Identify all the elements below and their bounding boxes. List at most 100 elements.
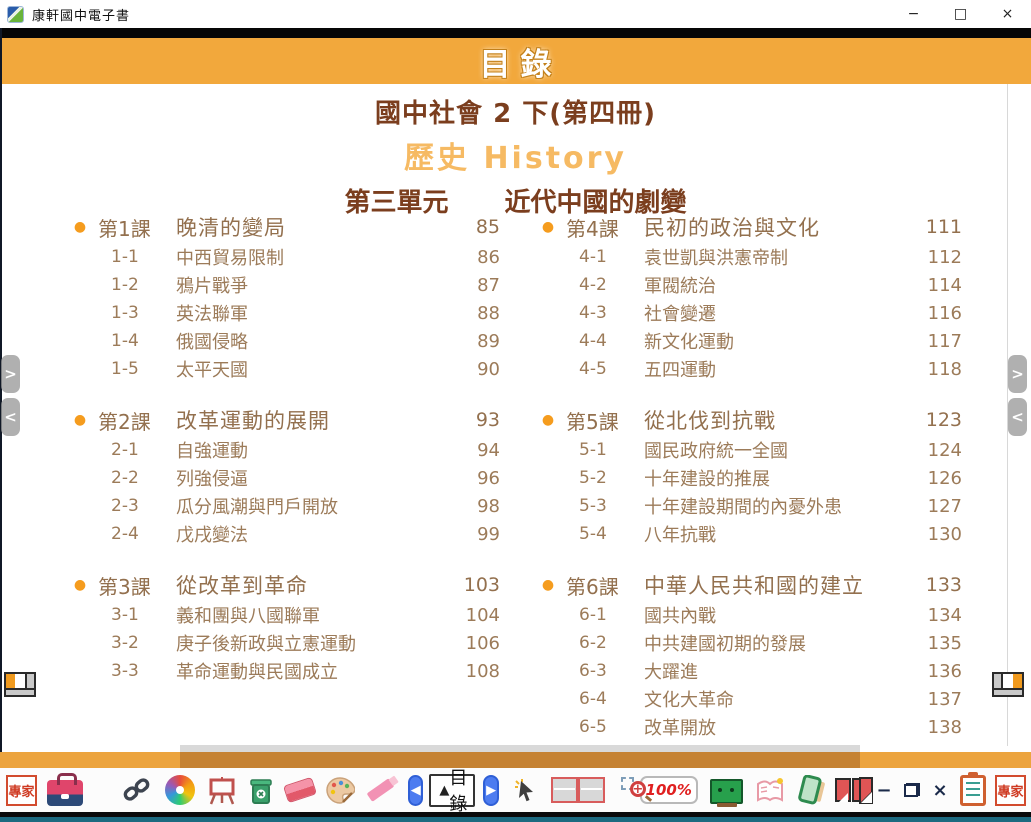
- toc-sub-row[interactable]: 4-5五四運動118: [530, 355, 962, 383]
- section-page-number: 127: [906, 496, 962, 517]
- toc-sub-row[interactable]: 2-1自強運動94: [62, 436, 500, 464]
- expert-mode-button-right[interactable]: 專家: [995, 775, 1026, 806]
- expert-mode-button-left[interactable]: 專家: [6, 775, 37, 806]
- close-button[interactable]: ×: [984, 0, 1031, 28]
- eraser-icon[interactable]: [283, 777, 317, 803]
- lesson-page-number: 111: [906, 216, 962, 238]
- toolbar-close-button[interactable]: ×: [929, 780, 951, 801]
- section-number: 1-5: [98, 359, 176, 379]
- corner-page-flip-right-icon[interactable]: [992, 672, 1024, 697]
- trash-icon[interactable]: [249, 776, 273, 805]
- section-number: 5-4: [566, 524, 644, 544]
- toc-sub-row[interactable]: 2-2列強侵逼96: [62, 464, 500, 492]
- toc-sub-row[interactable]: 5-4八年抗戰130: [530, 520, 962, 548]
- page-title: 目錄: [470, 39, 562, 84]
- maximize-button[interactable]: □: [937, 0, 984, 28]
- section-title: 太平天國: [176, 356, 444, 382]
- zoom-tool-icon[interactable]: +: [621, 775, 634, 805]
- section-number: 1-3: [98, 303, 176, 323]
- bullet-icon: ●: [62, 577, 98, 593]
- page-forward-button-left[interactable]: >: [1, 355, 20, 393]
- open-book-icon[interactable]: [549, 775, 607, 806]
- toc-page: 國中社會 2 下(第四冊) 歷史 History 第三單元 近代中國的劇變 ●第…: [0, 84, 1031, 746]
- link-icon[interactable]: [123, 776, 151, 804]
- toc-column-right: ●第4課民初的政治與文化1114-1袁世凱與洪憲帝制1124-2軍閥統治1144…: [530, 211, 962, 762]
- toc-lesson-row[interactable]: ●第1課晚清的變局85: [62, 211, 500, 243]
- toc-lesson-row[interactable]: ●第6課中華人民共和國的建立133: [530, 569, 962, 601]
- toc-sub-row[interactable]: 1-2鴉片戰爭87: [62, 271, 500, 299]
- toc-sub-row[interactable]: 4-3社會變遷116: [530, 299, 962, 327]
- lesson-title: 民初的政治與文化: [644, 212, 906, 242]
- toc-sub-row[interactable]: 6-1國共內戰134: [530, 601, 962, 629]
- toc-sub-row[interactable]: 3-2庚子後新政與立憲運動106: [62, 629, 500, 657]
- lesson-page-number: 123: [906, 409, 962, 431]
- app-logo-icon: [7, 6, 24, 23]
- lesson-title: 從北伐到抗戰: [644, 405, 906, 435]
- color-wheel-icon[interactable]: [165, 775, 195, 805]
- toc-section: ●第5課從北伐到抗戰1235-1國民政府統一全國1245-2十年建設的推展126…: [530, 404, 962, 548]
- toc-sub-row[interactable]: 6-4文化大革命137: [530, 685, 962, 713]
- current-page-label: 目錄: [449, 764, 473, 816]
- section-title: 革命運動與民國成立: [176, 658, 444, 684]
- easel-icon[interactable]: [207, 776, 237, 805]
- clipboard-list-icon[interactable]: [960, 775, 986, 806]
- section-title: 英法聯軍: [176, 300, 444, 326]
- section-title: 改革開放: [644, 714, 906, 740]
- page-selector[interactable]: ▲ 目錄: [429, 774, 475, 807]
- section-page-number: 88: [444, 303, 500, 324]
- notebook-icon[interactable]: [755, 777, 785, 804]
- toc-sub-row[interactable]: 3-3革命運動與民國成立108: [62, 657, 500, 685]
- section-title: 十年建設期間的內憂外患: [644, 493, 906, 519]
- toc-sub-row[interactable]: 4-2軍閥統治114: [530, 271, 962, 299]
- section-page-number: 104: [444, 605, 500, 626]
- palette-icon[interactable]: [325, 776, 355, 805]
- toc-sub-row[interactable]: 6-3大躍進136: [530, 657, 962, 685]
- highlighter-icon[interactable]: [367, 778, 395, 802]
- section-number: 4-3: [566, 303, 644, 323]
- toc-sub-row[interactable]: 4-1袁世凱與洪憲帝制112: [530, 243, 962, 271]
- tablet-hand-icon[interactable]: [795, 775, 825, 805]
- toc-lesson-row[interactable]: ●第5課從北伐到抗戰123: [530, 404, 962, 436]
- section-title: 國共內戰: [644, 602, 906, 628]
- single-page-view-icon[interactable]: [859, 777, 873, 804]
- toc-sub-row[interactable]: 2-4戊戌變法99: [62, 520, 500, 548]
- toc-sub-row[interactable]: 6-5改革開放138: [530, 713, 962, 741]
- cursor-icon[interactable]: [513, 777, 539, 803]
- toc-sub-row[interactable]: 2-3瓜分風潮與門戶開放98: [62, 492, 500, 520]
- toc-lesson-row[interactable]: ●第4課民初的政治與文化111: [530, 211, 962, 243]
- toc-lesson-row[interactable]: ●第2課改革運動的展開93: [62, 404, 500, 436]
- toc-sub-row[interactable]: 1-3英法聯軍88: [62, 299, 500, 327]
- page-forward-button-right[interactable]: >: [1008, 355, 1027, 393]
- toolbar-minimize-button[interactable]: −: [873, 780, 895, 801]
- toc-sub-row[interactable]: 5-2十年建設的推展126: [530, 464, 962, 492]
- section-title: 中西貿易限制: [176, 244, 444, 270]
- page-back-button-right[interactable]: <: [1008, 398, 1027, 436]
- toc-sub-row[interactable]: 6-2中共建國初期的發展135: [530, 629, 962, 657]
- left-edge-nav: > <: [1, 355, 20, 436]
- toolbox-icon[interactable]: [47, 780, 83, 806]
- page-back-button-left[interactable]: <: [1, 398, 20, 436]
- page-jump-arrow-icon[interactable]: ▲: [439, 783, 449, 798]
- minimize-button[interactable]: −: [890, 0, 937, 28]
- prev-page-button[interactable]: ◀: [408, 775, 423, 806]
- toc-sub-row[interactable]: 5-3十年建設期間的內憂外患127: [530, 492, 962, 520]
- toc-lesson-row[interactable]: ●第3課從改革到革命103: [62, 569, 500, 601]
- toc-sub-row[interactable]: 5-1國民政府統一全國124: [530, 436, 962, 464]
- section-page-number: 135: [906, 633, 962, 654]
- horizontal-scrollbar-track[interactable]: [180, 745, 860, 752]
- toc-sub-row[interactable]: 1-5太平天國90: [62, 355, 500, 383]
- double-page-view-icon[interactable]: [835, 777, 849, 804]
- toc-sub-row[interactable]: 4-4新文化運動117: [530, 327, 962, 355]
- ebook-app-window: 康軒國中電子書 − □ × 目錄 國中社會 2 下(第四冊) 歷史 Histor…: [0, 0, 1031, 822]
- next-page-button[interactable]: ▶: [483, 775, 498, 806]
- corner-page-flip-left-icon[interactable]: [4, 672, 36, 697]
- section-title: 瓜分風潮與門戶開放: [176, 493, 444, 519]
- toc-sub-row[interactable]: 1-1中西貿易限制86: [62, 243, 500, 271]
- toc-sub-row[interactable]: 1-4俄國侵略89: [62, 327, 500, 355]
- section-title: 文化大革命: [644, 686, 906, 712]
- toc-sub-row[interactable]: 3-1義和團與八國聯軍104: [62, 601, 500, 629]
- toolbar-restore-button[interactable]: [904, 783, 920, 797]
- chalkboard-icon[interactable]: [710, 779, 743, 804]
- section-number: 3-1: [98, 605, 176, 625]
- horizontal-scrollbar-thumb[interactable]: [180, 752, 860, 768]
